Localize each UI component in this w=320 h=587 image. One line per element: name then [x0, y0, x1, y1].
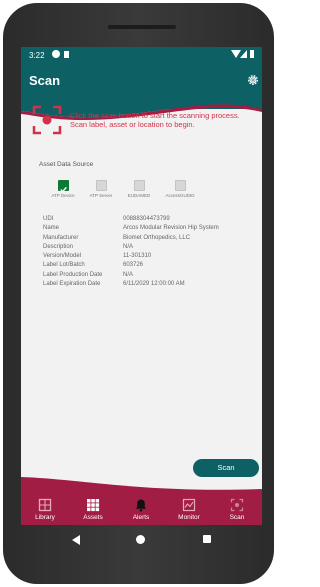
detail-value: N/A: [123, 243, 134, 250]
detail-value: 603726: [123, 262, 144, 269]
detail-row: Label Production Date N/A: [43, 272, 219, 281]
nav-item-scan[interactable]: Scan: [213, 493, 261, 525]
page-title: Scan: [29, 73, 61, 88]
detail-row: Label Lot/Batch 603726: [43, 262, 219, 271]
nav-label: Alerts: [132, 514, 150, 521]
detail-value: 6/11/2029 12:00:00 AM: [123, 281, 185, 288]
scan-instruction: Click the scan button to start the scann…: [70, 111, 240, 129]
checkbox-atp-device[interactable]: [57, 180, 69, 193]
battery-icon: [250, 50, 254, 58]
nav-label: Monitor: [178, 514, 200, 521]
detail-row: UDI 00888304473799: [43, 216, 219, 225]
detail-key: Label Production Date: [43, 271, 103, 278]
notification-icon: [52, 50, 60, 58]
detail-key: Manufacturer: [43, 234, 79, 241]
checkbox-atp-server[interactable]: [95, 180, 107, 191]
detail-value: Biomet Orthopedics, LLC: [123, 234, 191, 241]
detail-row: Manufacturer Biomet Orthopedics, LLC: [43, 235, 219, 244]
nav-label: Assets: [83, 514, 103, 521]
grid-icon: [87, 499, 100, 512]
detail-value: N/A: [123, 271, 134, 278]
sim-icon: [64, 51, 69, 58]
gear-icon[interactable]: [246, 73, 260, 87]
monitor-icon: [182, 498, 196, 512]
source-eudamed[interactable]: EUDAMED: [119, 180, 159, 198]
source-accessgudid[interactable]: AccessGUDID: [160, 180, 200, 198]
phone-frame: 3:22 Scan Click the scan button to start…: [3, 3, 274, 584]
detail-value: Arcos Modular Revision Hip System: [123, 225, 219, 232]
detail-row: Version/Model 11-301310: [43, 253, 219, 262]
nav-item-alerts[interactable]: Alerts: [117, 493, 165, 525]
checkbox-accessgudid[interactable]: [174, 180, 186, 191]
source-atp-device[interactable]: ATP Device: [43, 180, 83, 198]
scan-target-icon: [32, 105, 62, 135]
nav-label: Scan: [229, 514, 245, 521]
detail-row: Description N/A: [43, 244, 219, 253]
scan-button[interactable]: Scan: [193, 459, 259, 477]
source-atp-server[interactable]: ATP Server: [81, 180, 121, 198]
detail-row: Label Expiration Date 6/11/2029 12:00:00 …: [43, 281, 219, 290]
source-label: AccessGUDID: [165, 193, 195, 198]
back-icon[interactable]: [72, 535, 80, 545]
home-icon[interactable]: [136, 535, 145, 544]
detail-key: Name: [43, 225, 60, 232]
asset-data-source-label: Asset Data Source: [39, 161, 94, 168]
checkbox-eudamed[interactable]: [133, 180, 145, 191]
detail-key: Label Lot/Batch: [43, 262, 85, 269]
detail-key: Label Expiration Date: [43, 281, 101, 288]
detail-key: UDI: [43, 216, 54, 222]
detail-value: 00888304473799: [123, 216, 170, 222]
source-label: EUDAMED: [127, 193, 151, 198]
phone-speaker: [108, 25, 176, 29]
status-time: 3:22: [29, 51, 45, 60]
bell-icon: [135, 499, 147, 512]
nav-label: Library: [35, 514, 55, 521]
library-icon: [38, 498, 52, 512]
detail-value: 11-301310: [123, 253, 152, 260]
asset-details: UDI 00888304473799 Name Arcos Modular Revi…: [43, 216, 219, 290]
signal-icon: [240, 50, 247, 58]
bottom-nav: Library Assets Alerts Monitor Scan: [21, 493, 262, 525]
nav-item-assets[interactable]: Assets: [69, 493, 117, 525]
recent-apps-icon[interactable]: [203, 535, 211, 543]
detail-key: Version/Model: [43, 253, 82, 260]
detail-key: Description: [43, 243, 74, 250]
system-nav-bar: [3, 525, 274, 555]
nav-item-monitor[interactable]: Monitor: [165, 493, 213, 525]
detail-row: Name Arcos Modular Revision Hip System: [43, 225, 219, 234]
screen: 3:22 Scan Click the scan button to start…: [21, 47, 262, 525]
status-bar: 3:22: [21, 47, 262, 65]
source-label: ATP Server: [89, 193, 113, 198]
source-label: ATP Device: [51, 193, 75, 198]
scan-icon: [230, 498, 244, 512]
nav-item-library[interactable]: Library: [21, 493, 69, 525]
